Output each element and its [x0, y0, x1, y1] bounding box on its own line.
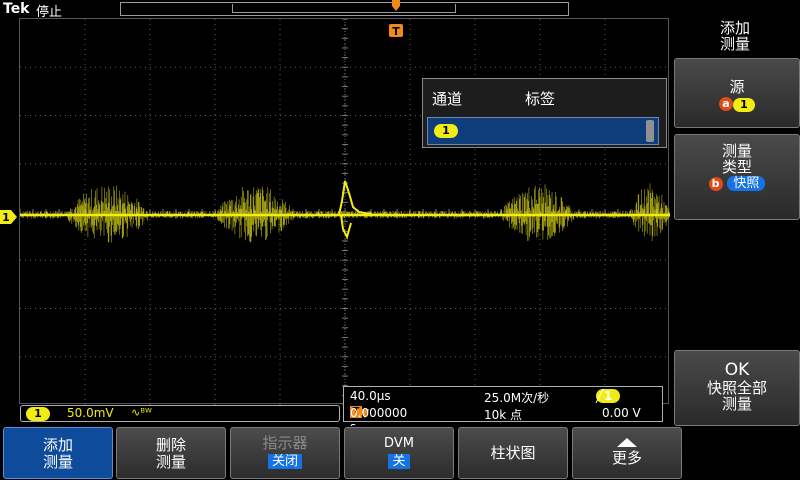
graticule-grid: [20, 19, 670, 405]
bandwidth-limit-icon: ∿ᴮᵂ: [131, 406, 152, 419]
ch1-badge: 1: [434, 124, 458, 138]
knob-a-icon: a: [719, 96, 733, 111]
ch1-vertical-scale: 50.0mV: [67, 406, 114, 420]
ch1-status-readout[interactable]: 1 50.0mV ∿ᴮᵂ: [20, 405, 340, 422]
more-button[interactable]: 更多: [572, 427, 682, 479]
trigger-marker-label: T: [392, 25, 400, 38]
sample-rate-value: 25.0M次/秒: [484, 391, 550, 405]
trigger-slope-icon: ╱: [596, 389, 604, 403]
channel-label-popup: 通道 标签 1: [422, 78, 667, 148]
ch1-marker-label: 1: [2, 211, 10, 224]
type-label-line2: 类型: [721, 158, 752, 176]
trigger-level-value: 0.00 V: [602, 406, 641, 420]
ch1-trigger-transient: [338, 180, 376, 240]
up-arrow-icon: [617, 438, 637, 447]
record-view-bar: [120, 2, 569, 16]
top-status-bar: Tek 停止: [0, 0, 800, 20]
popup-scrollbar[interactable]: [646, 120, 654, 142]
source-label: 源: [729, 78, 745, 96]
waveform-display[interactable]: [19, 18, 670, 405]
source-button[interactable]: 源 a1: [674, 58, 800, 128]
brand-logo: Tek: [3, 1, 30, 17]
type-label-line1: 测量: [721, 142, 752, 160]
source-value: 1: [733, 98, 755, 112]
measurement-type-button[interactable]: 测量 类型 b 快照: [674, 134, 800, 220]
ok-label: OK: [724, 360, 750, 380]
dvm-state: 关: [388, 454, 410, 469]
ok-snapshot-all-button[interactable]: OK 快照全部 测量: [674, 350, 800, 426]
ch1-ground-marker-icon[interactable]: 1: [0, 208, 18, 226]
record-length-value: 10k 点: [484, 408, 523, 422]
ok-sub-line2: 测量: [721, 395, 752, 413]
indicators-button[interactable]: 指示器 关闭: [230, 427, 340, 479]
trigger-time-marker-icon[interactable]: T: [389, 22, 403, 38]
timebase-value: 40.0µs: [350, 389, 391, 403]
ch1-status-badge: 1: [26, 407, 50, 421]
side-menu: 添加 测量 源 a1 测量 类型 b 快照 OK 快照全部 测量: [670, 18, 800, 428]
popup-column-channel: 通道: [432, 90, 463, 108]
bottom-menu: 添加 测量 删除 测量 指示器 关闭 DVM 关 柱状图 更多: [0, 426, 800, 480]
add-measurement-button[interactable]: 添加 测量: [3, 427, 113, 479]
record-view-window: [232, 4, 456, 13]
popup-column-label: 标签: [525, 90, 556, 108]
popup-row-ch1[interactable]: 1: [427, 117, 659, 145]
knob-b-icon: b: [708, 176, 723, 191]
ok-sub-line1: 快照全部: [706, 379, 767, 397]
delete-measurement-button[interactable]: 删除 测量: [116, 427, 226, 479]
trigger-position-icon: [392, 0, 400, 11]
indicators-state: 关闭: [267, 454, 302, 469]
acquisition-readout[interactable]: 40.0µs T→▼0.000000 s 25.0M次/秒 10k 点 1 ╱ …: [343, 386, 663, 434]
side-menu-title: 添加 测量: [719, 19, 750, 53]
histogram-button[interactable]: 柱状图: [458, 427, 568, 479]
dvm-button[interactable]: DVM 关: [344, 427, 454, 479]
type-value: 快照: [727, 176, 766, 191]
